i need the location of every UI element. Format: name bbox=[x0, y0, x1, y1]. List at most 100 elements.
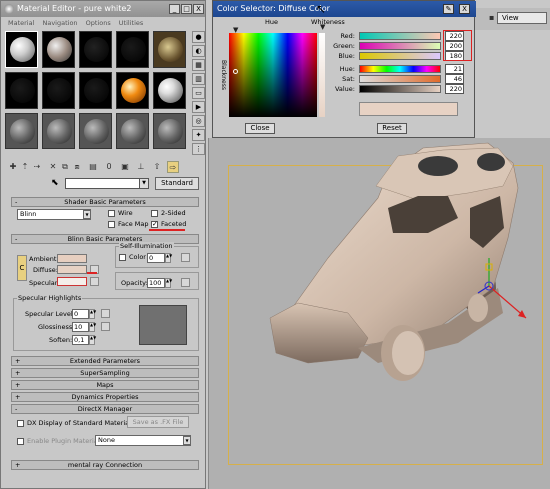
show-end-result-icon[interactable]: ⊥ bbox=[135, 161, 147, 173]
select-by-material-icon[interactable]: ✦ bbox=[192, 129, 205, 141]
reset-icon[interactable]: ✕ bbox=[47, 161, 59, 173]
ambient-color-swatch[interactable] bbox=[57, 254, 87, 263]
blue-track[interactable] bbox=[359, 52, 441, 60]
specular-level-value[interactable]: 0 bbox=[72, 309, 89, 319]
face-map-checkbox[interactable] bbox=[108, 221, 115, 228]
close-button[interactable]: Close bbox=[245, 123, 275, 134]
whiteness-bar[interactable] bbox=[319, 33, 325, 117]
self-illum-value[interactable]: 0 bbox=[147, 253, 165, 263]
sample-slot[interactable] bbox=[116, 31, 149, 68]
put-to-library-icon[interactable]: ▤ bbox=[87, 161, 99, 173]
rollup-shader-basic[interactable]: - Shader Basic Parameters bbox=[11, 197, 199, 207]
enable-plugin-checkbox[interactable] bbox=[17, 438, 24, 445]
pin-icon[interactable]: ✎ bbox=[443, 4, 454, 14]
value-value[interactable]: 220 bbox=[445, 84, 464, 94]
rollup-directx-manager[interactable]: - DirectX Manager bbox=[11, 404, 199, 414]
sat-value[interactable]: 46 bbox=[445, 74, 464, 84]
opacity-value[interactable]: 100 bbox=[147, 278, 165, 288]
self-illum-color-checkbox[interactable] bbox=[119, 254, 126, 261]
self-illum-map-button[interactable] bbox=[181, 253, 190, 262]
uv-tiling-icon[interactable]: ▥ bbox=[192, 73, 205, 85]
show-map-icon[interactable]: ▣ bbox=[119, 161, 131, 173]
get-material-icon[interactable]: ✚ bbox=[7, 161, 19, 173]
sample-slot[interactable] bbox=[42, 31, 75, 68]
red-track[interactable] bbox=[359, 32, 441, 40]
sample-slot[interactable] bbox=[79, 72, 112, 109]
dx-display-checkbox[interactable] bbox=[17, 420, 24, 427]
sample-slot[interactable] bbox=[5, 113, 38, 149]
glossiness-value[interactable]: 10 bbox=[72, 322, 89, 332]
whiteness-marker-icon[interactable]: ▼ bbox=[320, 23, 325, 31]
sample-slot[interactable] bbox=[42, 72, 75, 109]
make-copy-icon[interactable]: ⧉ bbox=[59, 161, 71, 173]
minimize-button[interactable]: _ bbox=[169, 4, 180, 14]
two-sided-checkbox[interactable] bbox=[151, 210, 158, 217]
material-navigator-icon[interactable]: ⋮ bbox=[192, 143, 205, 155]
spinner-arrows-icon[interactable]: ▲▼ bbox=[165, 278, 172, 288]
menu-options[interactable]: Options bbox=[86, 19, 111, 27]
green-track[interactable] bbox=[359, 42, 441, 50]
sample-slot[interactable] bbox=[116, 113, 149, 149]
value-track[interactable] bbox=[359, 85, 441, 93]
sample-slot[interactable] bbox=[42, 113, 75, 149]
rollup-mental-ray[interactable]: + mental ray Connection bbox=[11, 460, 199, 470]
video-check-icon[interactable]: ▭ bbox=[192, 87, 205, 99]
specular-level-map-button[interactable] bbox=[101, 309, 110, 318]
save-fx-button[interactable]: Save as .FX File bbox=[127, 416, 189, 428]
make-preview-icon[interactable]: ▶ bbox=[192, 101, 205, 113]
sat-track[interactable] bbox=[359, 75, 441, 83]
sample-slot[interactable] bbox=[153, 72, 186, 109]
material-type-button[interactable]: Standard bbox=[155, 177, 199, 190]
rollup-supersampling[interactable]: + SuperSampling bbox=[11, 368, 199, 378]
sample-slot[interactable] bbox=[116, 72, 149, 109]
hue-track[interactable] bbox=[359, 65, 441, 73]
maximize-button[interactable]: □ bbox=[181, 4, 192, 14]
go-forward-icon[interactable]: ⇨ bbox=[167, 161, 179, 173]
view-toolbar-icon[interactable]: ▪ bbox=[489, 12, 495, 24]
plugin-dropdown[interactable]: None bbox=[95, 435, 191, 446]
soften-value[interactable]: 0,1 bbox=[72, 335, 89, 345]
chevron-down-icon[interactable]: ▼ bbox=[83, 210, 91, 219]
menu-utilities[interactable]: Utilities bbox=[119, 19, 143, 27]
menu-material[interactable]: Material bbox=[8, 19, 34, 27]
sample-slot[interactable] bbox=[5, 72, 38, 109]
glossiness-map-button[interactable] bbox=[101, 322, 110, 331]
sample-slot[interactable] bbox=[153, 113, 186, 149]
go-to-parent-icon[interactable]: ⇧ bbox=[151, 161, 163, 173]
hue-value[interactable]: 21 bbox=[445, 64, 464, 74]
rollup-dynamics-properties[interactable]: + Dynamics Properties bbox=[11, 392, 199, 402]
specular-map-button[interactable] bbox=[90, 277, 99, 286]
background-icon[interactable]: ▦ bbox=[192, 59, 205, 71]
specular-color-swatch[interactable] bbox=[57, 277, 87, 286]
chevron-down-icon[interactable]: ▼ bbox=[183, 436, 191, 445]
sample-slot[interactable] bbox=[5, 31, 38, 68]
faceted-checkbox[interactable]: ✓ bbox=[151, 221, 158, 228]
sample-slot[interactable] bbox=[79, 113, 112, 149]
sample-type-icon[interactable]: ● bbox=[192, 31, 205, 43]
material-name-input[interactable] bbox=[65, 178, 149, 189]
view-dropdown[interactable]: View bbox=[497, 12, 547, 24]
pick-material-icon[interactable]: ⬉ bbox=[51, 178, 59, 188]
assign-to-selection-icon[interactable]: ⇢ bbox=[31, 161, 43, 173]
material-id-icon[interactable]: 0 bbox=[103, 161, 115, 173]
hue-blackness-picker[interactable] bbox=[229, 33, 317, 117]
backlight-icon[interactable]: ◐ bbox=[192, 45, 205, 57]
rollup-extended-parameters[interactable]: + Extended Parameters bbox=[11, 356, 199, 366]
menu-navigation[interactable]: Navigation bbox=[42, 19, 77, 27]
spinner-arrows-icon[interactable]: ▲▼ bbox=[89, 322, 96, 332]
sample-slot[interactable] bbox=[153, 31, 186, 68]
sample-slot[interactable] bbox=[79, 31, 112, 68]
close-icon[interactable]: X bbox=[459, 4, 470, 14]
lock-icon[interactable]: C bbox=[17, 255, 27, 281]
close-button[interactable]: X bbox=[193, 4, 204, 14]
rollup-maps[interactable]: + Maps bbox=[11, 380, 199, 390]
shader-dropdown[interactable]: Blinn bbox=[17, 209, 91, 220]
options-icon[interactable]: ◎ bbox=[192, 115, 205, 127]
spinner-arrows-icon[interactable]: ▲▼ bbox=[89, 335, 96, 345]
make-unique-icon[interactable]: ⧈ bbox=[71, 161, 83, 173]
spinner-arrows-icon[interactable]: ▲▼ bbox=[165, 253, 172, 263]
diffuse-color-swatch[interactable] bbox=[57, 265, 87, 274]
put-to-scene-icon[interactable]: ⇡ bbox=[19, 161, 31, 173]
chevron-down-icon[interactable]: ▼ bbox=[139, 178, 149, 189]
reset-button[interactable]: Reset bbox=[377, 123, 407, 134]
